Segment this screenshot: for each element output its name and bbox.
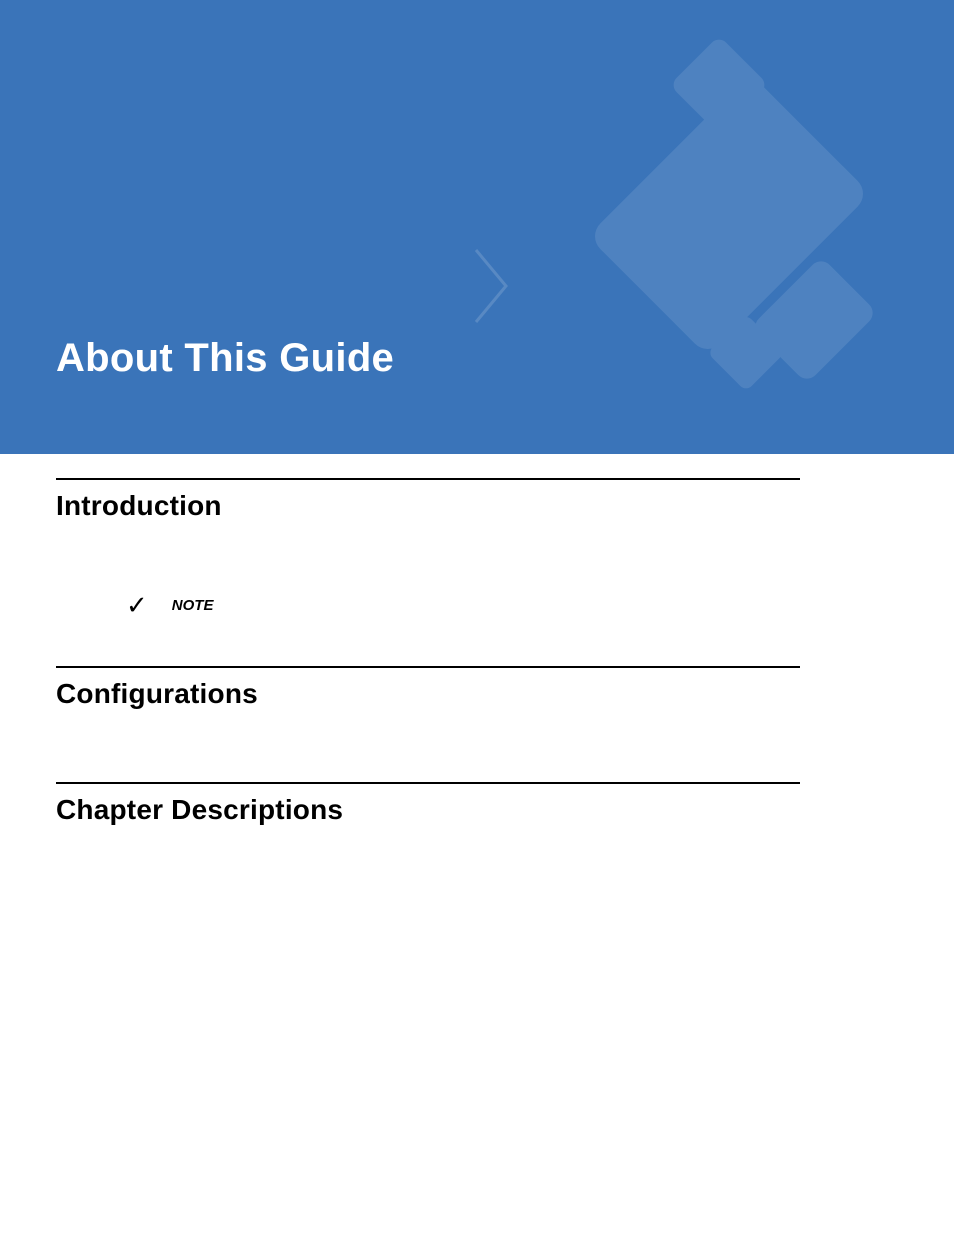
note-block: ✓ NOTE bbox=[126, 592, 800, 618]
section-configurations: Configurations bbox=[56, 666, 800, 710]
section-heading: Configurations bbox=[56, 678, 800, 710]
checkmark-icon: ✓ bbox=[126, 592, 148, 618]
note-label: NOTE bbox=[172, 597, 214, 614]
section-heading: Introduction bbox=[56, 490, 800, 522]
section-rule bbox=[56, 478, 800, 480]
device-graphic-icon bbox=[534, 30, 954, 450]
chevron-right-icon bbox=[472, 246, 512, 326]
section-introduction: Introduction ✓ NOTE bbox=[56, 478, 800, 618]
section-rule bbox=[56, 782, 800, 784]
chapter-title: About This Guide bbox=[56, 336, 394, 381]
chapter-banner: About This Guide bbox=[0, 0, 954, 454]
section-rule bbox=[56, 666, 800, 668]
section-chapter-descriptions: Chapter Descriptions bbox=[56, 782, 800, 826]
section-heading: Chapter Descriptions bbox=[56, 794, 800, 826]
